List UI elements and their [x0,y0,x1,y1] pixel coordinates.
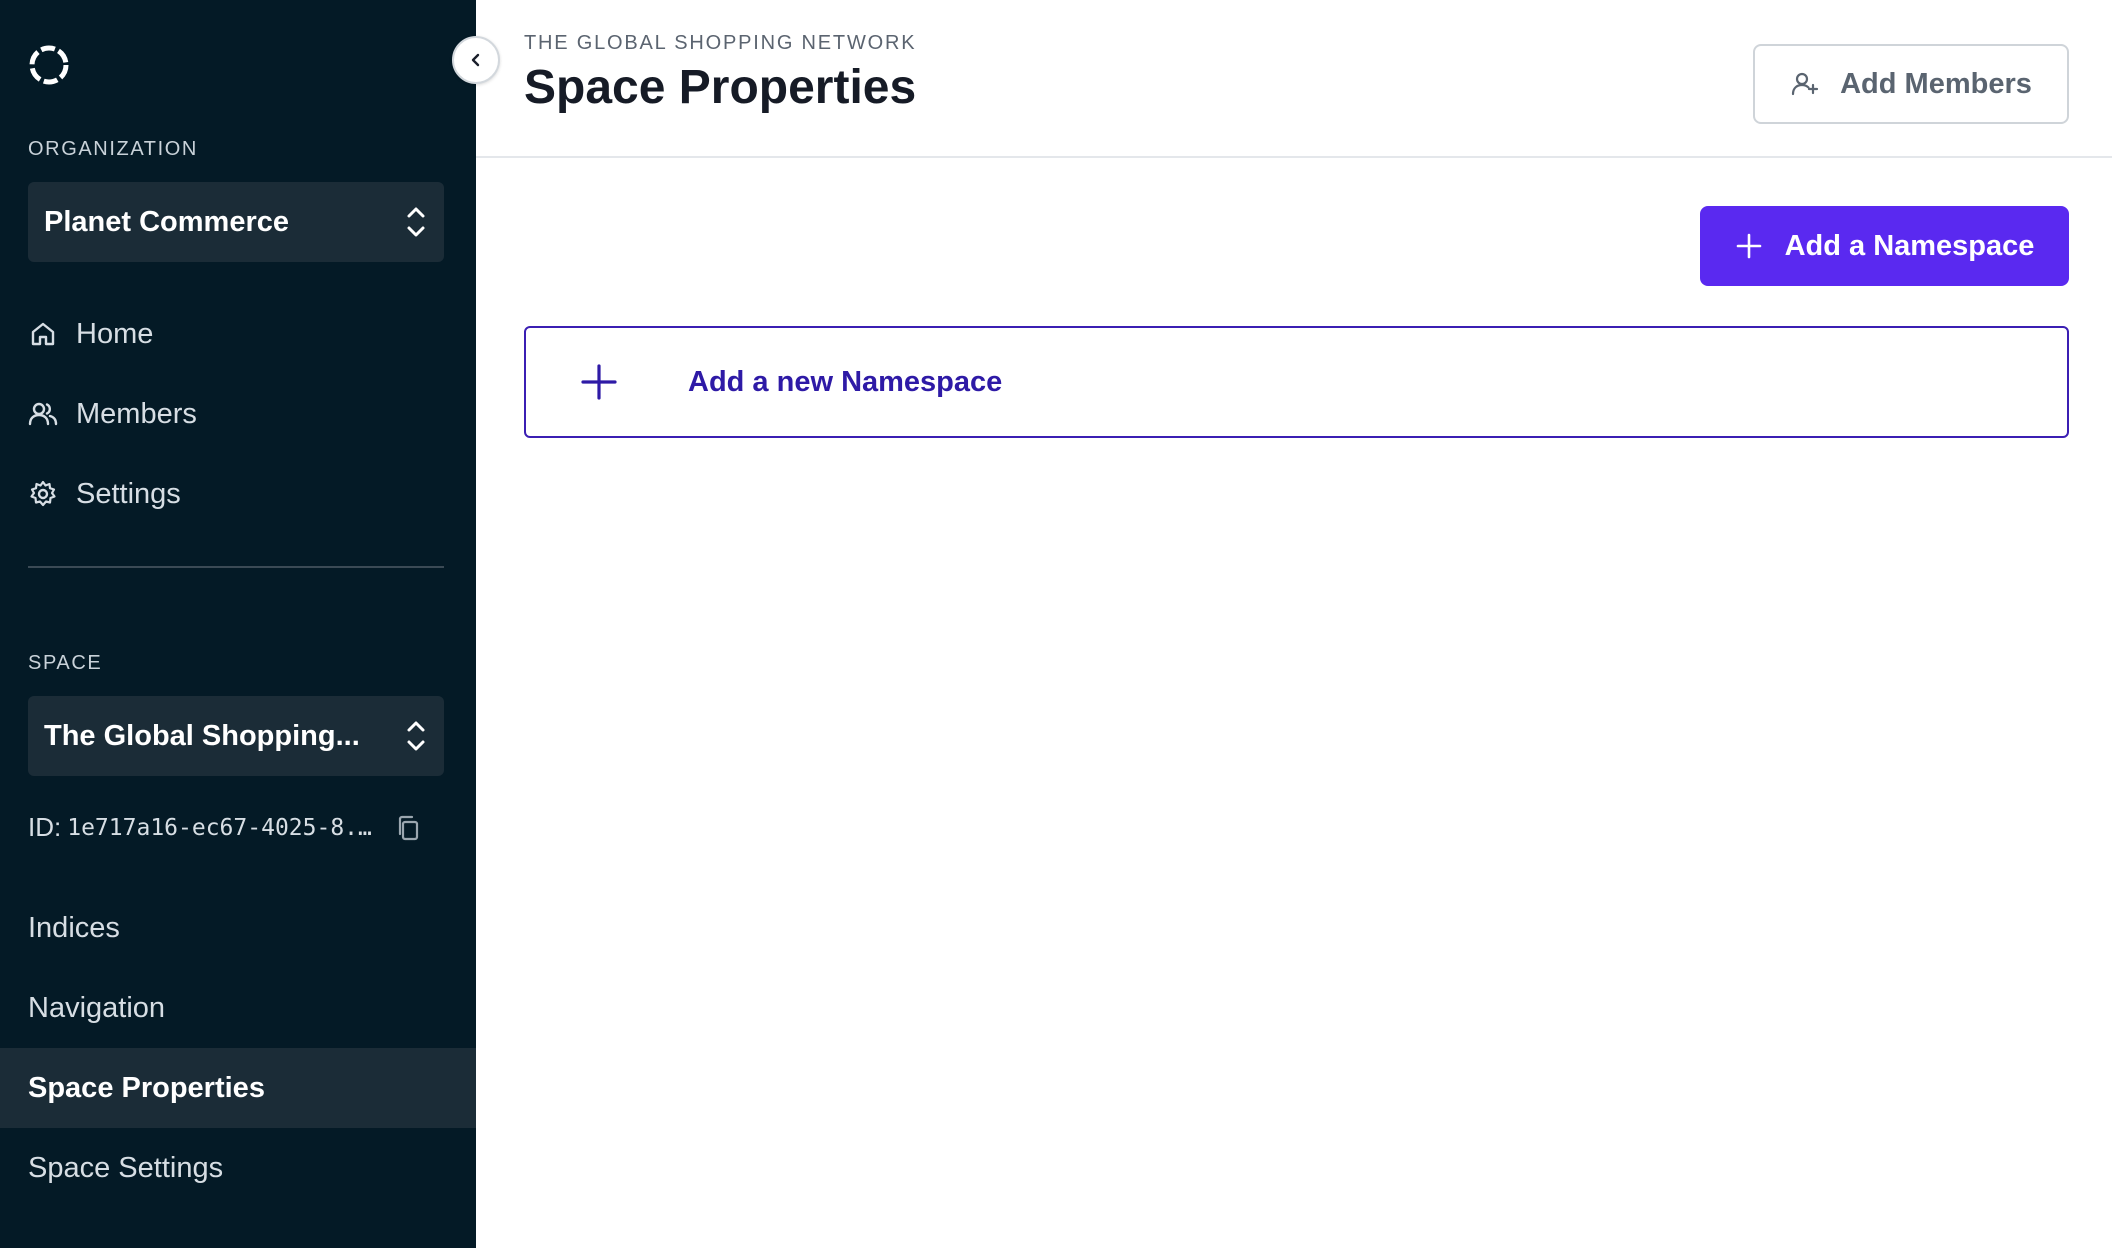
add-new-namespace-label: Add a new Namespace [688,365,1003,398]
chevron-up-down-icon [407,721,425,751]
add-namespace-button[interactable]: Add a Namespace [1700,206,2069,286]
sidebar-item-settings[interactable]: Settings [28,469,181,519]
sidebar-item-label: Members [76,397,197,430]
add-members-label: Add Members [1840,67,2032,100]
sidebar-item-members[interactable]: Members [28,389,197,439]
sidebar-item-label: Settings [76,477,181,510]
breadcrumb: THE GLOBAL SHOPPING NETWORK [524,32,917,54]
chevron-up-down-icon [407,207,425,237]
user-plus-icon [1792,72,1819,96]
plus-icon [1736,233,1761,259]
organization-name: Planet Commerce [44,205,289,238]
sidebar-item-navigation[interactable]: Navigation [0,968,476,1048]
sidebar-item-label: Home [76,317,154,350]
sidebar-item-space-properties[interactable]: Space Properties [0,1048,476,1128]
home-icon [31,322,55,346]
space-id-prefix: ID: [28,812,62,842]
add-namespace-label: Add a Namespace [1784,229,2035,262]
users-icon [28,402,58,426]
copy-icon[interactable] [395,814,421,842]
space-id-row: ID: 1e717a16-ec67-4025-8... [28,812,421,843]
space-selector[interactable]: The Global Shopping... [28,696,444,776]
add-new-namespace-card[interactable]: Add a new Namespace [524,326,2069,438]
sidebar: ORGANIZATION Planet Commerce Home Member… [0,0,476,1248]
organization-selector[interactable]: Planet Commerce [28,182,444,262]
sidebar-item-space-settings[interactable]: Space Settings [0,1128,476,1208]
sidebar-divider [28,566,444,568]
space-label: SPACE [28,652,103,674]
gear-icon [30,480,56,507]
sidebar-item-home[interactable]: Home [28,309,153,359]
plus-icon [581,364,617,400]
add-members-button[interactable]: Add Members [1753,44,2069,124]
space-name: The Global Shopping... [44,719,360,752]
page-title: Space Properties [524,61,917,114]
page-header: THE GLOBAL SHOPPING NETWORK Space Proper… [476,0,2112,158]
main-content: THE GLOBAL SHOPPING NETWORK Space Proper… [476,0,2112,1248]
sidebar-item-indices[interactable]: Indices [0,888,476,968]
logo-icon[interactable] [28,44,70,86]
space-id-value: 1e717a16-ec67-4025-8... [67,814,386,841]
organization-label: ORGANIZATION [28,138,198,160]
